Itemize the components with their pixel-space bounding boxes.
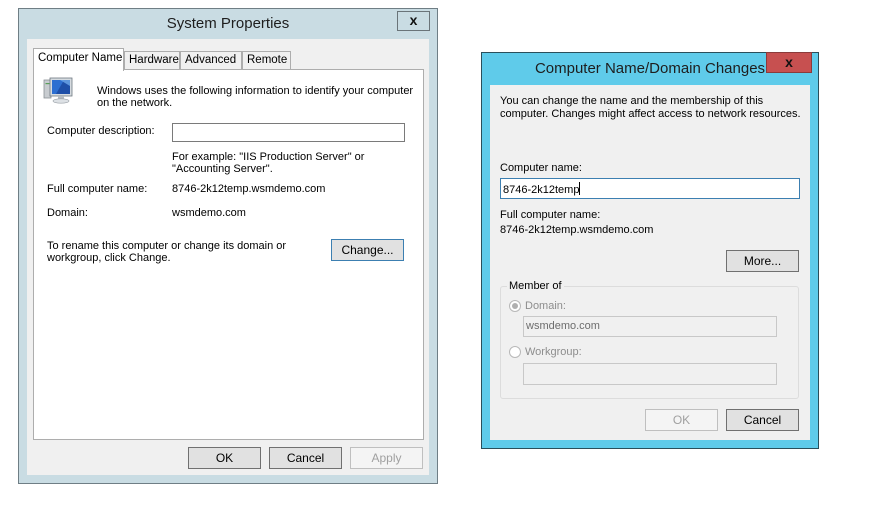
domain-input[interactable]: wsmdemo.com — [523, 316, 777, 337]
member-of-legend: Member of — [507, 280, 564, 292]
computer-icon — [42, 76, 76, 106]
window-title: System Properties — [166, 15, 290, 32]
intro-text-line1: You can change the name and the membersh… — [500, 95, 764, 107]
full-computer-name-label: Full computer name: — [500, 209, 601, 221]
close-button[interactable]: x — [397, 11, 430, 31]
ok-button[interactable]: OK — [645, 409, 718, 431]
system-properties-window: System Properties x Computer Name Hardwa… — [18, 8, 438, 484]
ok-button[interactable]: OK — [188, 447, 261, 469]
tab-computer-name[interactable]: Computer Name — [33, 48, 124, 71]
computer-description-label: Computer description: — [47, 125, 155, 137]
full-computer-name-value: 8746-2k12temp.wsmdemo.com — [500, 224, 654, 236]
close-icon: x — [409, 12, 418, 28]
computer-name-label: Computer name: — [500, 162, 582, 174]
example-text-line2: "Accounting Server". — [172, 163, 273, 175]
workgroup-input[interactable] — [523, 363, 777, 385]
computer-name-input[interactable]: 8746-2k12temp — [500, 178, 800, 199]
domain-radio-label: Domain: — [525, 300, 566, 312]
domain-radio[interactable] — [509, 300, 521, 312]
tab-advanced[interactable]: Advanced — [180, 51, 242, 70]
workgroup-radio[interactable] — [509, 346, 521, 358]
intro-text-line1: Windows uses the following information t… — [97, 85, 414, 97]
computer-name-panel: Windows uses the following information t… — [33, 69, 424, 440]
apply-button[interactable]: Apply — [350, 447, 423, 469]
computer-description-input[interactable] — [172, 123, 405, 142]
window-client-area: Computer Name Hardware Advanced Remote W… — [27, 39, 429, 475]
tab-remote[interactable]: Remote — [242, 51, 291, 70]
computer-name-value: 8746-2k12temp — [503, 184, 580, 196]
domain-value: wsmdemo.com — [172, 207, 246, 219]
domain-label: Domain: — [47, 207, 88, 219]
intro-text-line2: on the network. — [97, 97, 173, 109]
full-computer-name-value: 8746-2k12temp.wsmdemo.com — [172, 183, 326, 195]
example-text-line1: For example: "IIS Production Server" or — [172, 151, 365, 163]
rename-text-line1: To rename this computer or change its do… — [47, 240, 287, 252]
rename-text-line2: workgroup, click Change. — [47, 252, 171, 264]
change-button[interactable]: Change... — [331, 239, 404, 261]
workgroup-radio-label: Workgroup: — [525, 346, 582, 358]
member-of-group: Member of Domain: wsmdemo.com Workgroup: — [500, 280, 799, 399]
full-computer-name-label: Full computer name: — [47, 183, 148, 195]
domain-changes-window: Computer Name/Domain Changes x You can c… — [481, 52, 819, 449]
close-button[interactable]: x — [766, 52, 812, 73]
close-icon: x — [785, 54, 793, 70]
more-button[interactable]: More... — [726, 250, 799, 272]
cancel-button[interactable]: Cancel — [269, 447, 342, 469]
intro-text-line2: computer. Changes might affect access to… — [500, 108, 801, 120]
cancel-button[interactable]: Cancel — [726, 409, 799, 431]
tab-hardware[interactable]: Hardware — [124, 51, 180, 70]
text-caret — [579, 182, 581, 195]
window-client-area: You can change the name and the membersh… — [490, 85, 810, 440]
